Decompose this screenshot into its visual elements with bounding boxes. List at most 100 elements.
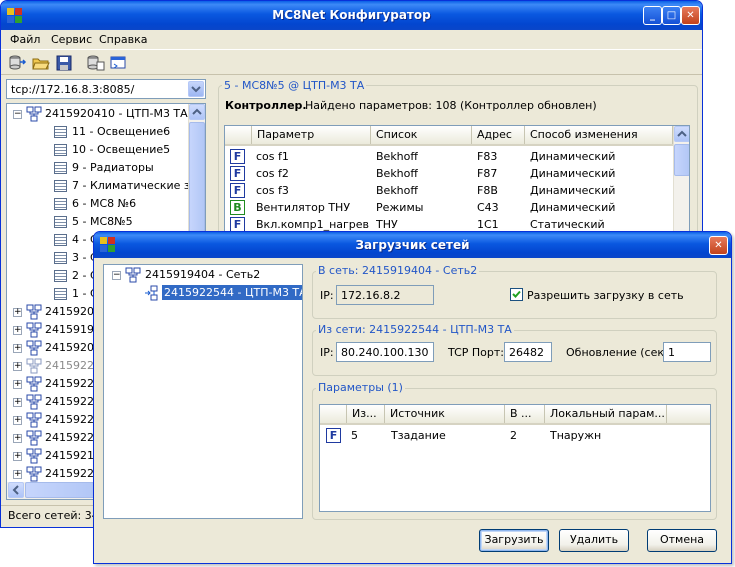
expand-toggle[interactable]: + <box>13 416 22 425</box>
tree-network-label: 2415920 <box>45 341 94 354</box>
tree-item-label: 10 - Освещение5 <box>72 143 171 156</box>
allow-load-checkbox[interactable] <box>510 288 523 301</box>
tree-item-label: 6 - МС8 №6 <box>72 197 137 210</box>
network-icon <box>26 376 42 392</box>
network-icon <box>26 448 42 464</box>
params-vertical-scrollbar[interactable] <box>673 126 689 232</box>
network-icon <box>26 340 42 356</box>
tree-item[interactable]: 11 - Освещение6 <box>11 124 191 140</box>
table-row[interactable]: F cos f3 Bekhoff F8B Динамический <box>225 182 689 199</box>
to-ip-field[interactable]: 172.16.8.2 <box>336 285 434 305</box>
expand-toggle[interactable]: + <box>13 344 22 353</box>
table-row[interactable]: F cos f2 Bekhoff F87 Динамический <box>225 165 689 182</box>
row-source: Тзадание <box>391 429 446 442</box>
table-row[interactable]: F 5 Тзадание 2 Тнаружн <box>320 427 710 444</box>
column-type[interactable] <box>320 405 347 423</box>
close-button[interactable]: ✕ <box>681 6 700 25</box>
dialog-titlebar[interactable]: Загрузчик сетей ✕ <box>94 232 731 258</box>
minimize-button[interactable]: _ <box>643 6 662 25</box>
menu-file[interactable]: Файл <box>10 33 40 46</box>
collapse-toggle[interactable]: − <box>112 271 121 280</box>
expand-toggle[interactable]: + <box>13 362 22 371</box>
column-param[interactable]: Параметр <box>252 126 371 144</box>
main-titlebar[interactable]: MC8Net Конфигуратор _ □ ✕ <box>1 1 702 30</box>
network-count: Всего сетей: 34 <box>8 509 99 522</box>
param-address: F8B <box>477 184 498 197</box>
column-to[interactable]: В ... <box>505 405 545 423</box>
save-icon[interactable] <box>55 54 73 72</box>
column-address[interactable]: Адрес <box>472 126 525 144</box>
table-row[interactable]: F cos f1 Bekhoff F83 Динамический <box>225 148 689 165</box>
tree-root-node[interactable]: − 2415920410 - ЦТП-М3 ТА <box>11 106 191 122</box>
table-icon <box>54 216 67 228</box>
expand-toggle[interactable]: + <box>13 380 22 389</box>
tree-network-label: 2415921 <box>45 449 94 462</box>
from-ip-field[interactable]: 80.240.100.130 <box>336 342 434 362</box>
tree-item[interactable]: 6 - МС8 №6 <box>11 196 191 212</box>
allow-load-label[interactable]: Разрешить загрузку в сеть <box>527 289 684 302</box>
table-row[interactable]: B Вентилятор ТНУ Режимы C43 Динамический <box>225 199 689 216</box>
scroll-left-icon[interactable] <box>8 482 24 498</box>
delete-button[interactable]: Удалить <box>559 529 629 552</box>
column-source[interactable]: Источник <box>385 405 505 423</box>
param-list: Bekhoff <box>376 184 418 197</box>
dialog-network-tree[interactable]: − 2415919404 - Сеть2 2415922544 - ЦТП-М3… <box>103 264 303 519</box>
scroll-thumb-horizontal[interactable] <box>25 482 95 498</box>
tree-item[interactable]: 7 - Климатические зоны <box>11 178 205 194</box>
tcp-port-field[interactable]: 26482 <box>504 342 552 362</box>
open-folder-icon[interactable] <box>32 54 50 72</box>
db-connect-icon[interactable] <box>9 54 27 72</box>
network-icon <box>26 304 42 320</box>
window-list-icon[interactable] <box>109 54 127 72</box>
column-local[interactable]: Локальный парам... <box>545 405 667 423</box>
expand-toggle[interactable]: + <box>13 434 22 443</box>
column-from[interactable]: Из... <box>347 405 385 423</box>
expand-toggle[interactable]: + <box>13 452 22 461</box>
scroll-thumb[interactable] <box>189 122 205 234</box>
param-mode: Динамический <box>530 184 616 197</box>
expand-toggle[interactable]: + <box>13 398 22 407</box>
collapse-toggle[interactable]: − <box>13 110 22 119</box>
parameters-list[interactable]: Параметр Список Адрес Способ изменения F… <box>224 125 690 233</box>
row-from: 5 <box>351 429 358 442</box>
param-address: F87 <box>477 167 498 180</box>
address-combo[interactable]: tcp://172.16.8.3:8085/ <box>6 79 206 99</box>
scroll-up-icon[interactable] <box>674 126 689 142</box>
scroll-thumb[interactable] <box>674 144 689 176</box>
tree-network-label: 2415922 <box>45 413 94 426</box>
dialog-parameters-header: Из... Источник В ... Локальный парам... <box>320 405 710 425</box>
column-mode[interactable]: Способ изменения <box>525 126 673 144</box>
param-list: Режимы <box>376 201 424 214</box>
network-icon <box>26 412 42 428</box>
tree-item[interactable]: 5 - МС8№5 <box>11 214 191 230</box>
cancel-button[interactable]: Отмена <box>647 529 717 552</box>
expand-toggle[interactable]: + <box>13 326 22 335</box>
column-list[interactable]: Список <box>371 126 472 144</box>
network-icon <box>26 430 42 446</box>
menu-service[interactable]: Сервис <box>51 33 92 46</box>
network-icon <box>26 394 42 410</box>
scroll-up-icon[interactable] <box>189 104 205 120</box>
network-icon <box>125 267 141 283</box>
address-text: tcp://172.16.8.3:8085/ <box>11 83 135 96</box>
refresh-label: Обновление (сек): <box>566 346 672 359</box>
expand-toggle[interactable]: + <box>13 308 22 317</box>
dialog-tree-child[interactable]: 2415922544 - ЦТП-М3 ТА <box>108 285 302 301</box>
tree-network-label: 2415922 <box>45 431 94 444</box>
load-button[interactable]: Загрузить <box>479 529 549 552</box>
expand-toggle[interactable]: + <box>13 470 22 479</box>
menu-help[interactable]: Справка <box>99 33 147 46</box>
table-icon <box>54 270 67 282</box>
column-type[interactable] <box>225 126 252 144</box>
refresh-field[interactable]: 1 <box>663 342 711 362</box>
maximize-button[interactable]: □ <box>662 6 681 25</box>
dialog-tree-root[interactable]: − 2415919404 - Сеть2 <box>108 267 288 283</box>
db-upload-icon[interactable] <box>87 54 105 72</box>
dialog-parameters-list[interactable]: Из... Источник В ... Локальный парам... … <box>319 404 711 512</box>
float-type-icon: F <box>230 149 245 164</box>
tree-item[interactable]: 9 - Радиаторы <box>11 160 191 176</box>
dialog-close-button[interactable]: ✕ <box>709 236 728 255</box>
tree-item[interactable]: 10 - Освещение5 <box>11 142 191 158</box>
chevron-down-icon[interactable] <box>188 81 204 97</box>
toolbar <box>1 49 702 75</box>
